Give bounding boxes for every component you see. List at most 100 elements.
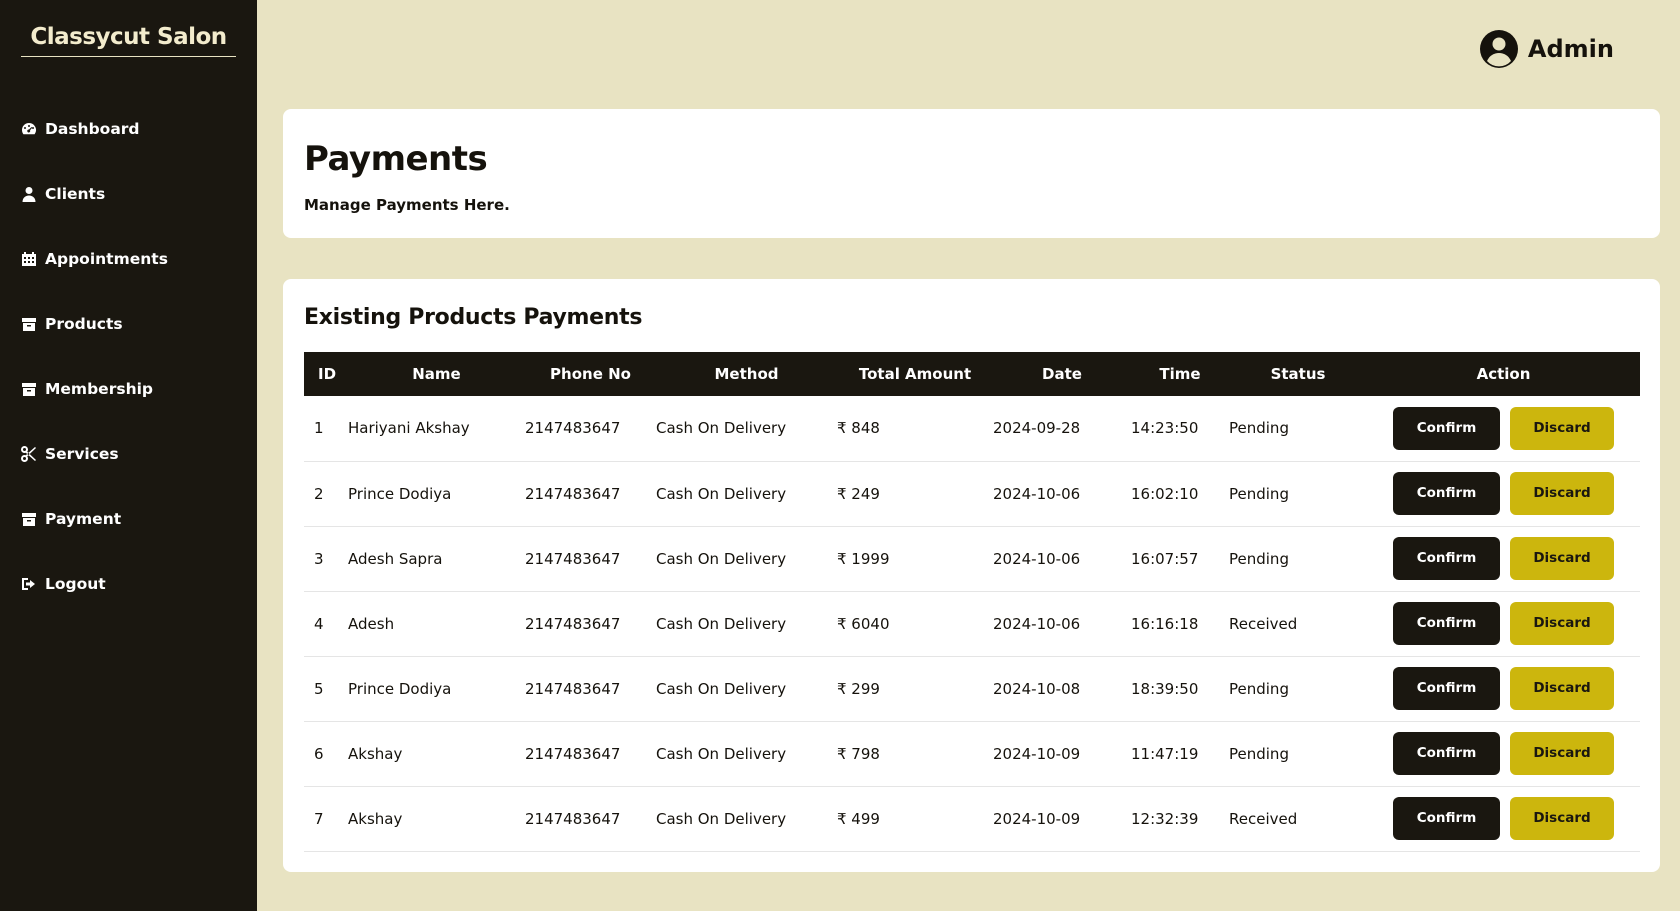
sidebar-item-products[interactable]: Products (0, 291, 257, 356)
col-header-method: Method (714, 365, 779, 383)
cell-phone: 2147483647 (525, 549, 621, 568)
cell-name: Prince Dodiya (348, 679, 452, 698)
box-icon (20, 510, 37, 527)
cell-time: 11:47:19 (1131, 744, 1199, 763)
col-header-status: Status (1270, 365, 1326, 383)
cell-phone: 2147483647 (525, 419, 621, 438)
cell-id: 1 (314, 419, 324, 438)
cell-date: 2024-10-09 (993, 744, 1081, 763)
table-header-row: ID Name Phone No Method Total Amount Dat… (304, 352, 1640, 396)
cell-amount: ₹ 499 (837, 809, 880, 828)
sidebar-item-appointments[interactable]: Appointments (0, 226, 257, 291)
cell-date: 2024-10-06 (993, 484, 1081, 503)
page-title: Payments (304, 139, 488, 179)
table-title: Existing Products Payments (304, 305, 643, 330)
cell-amount: ₹ 798 (837, 744, 880, 763)
cell-amount: ₹ 249 (837, 484, 880, 503)
page-subtitle: Manage Payments Here. (304, 196, 510, 214)
sidebar-item-label: Appointments (45, 249, 168, 268)
col-header-action: Action (1476, 365, 1531, 383)
scissors-icon (20, 445, 37, 462)
cell-action: Confirm Discard (1367, 786, 1640, 851)
sidebar-item-payment[interactable]: Payment (0, 486, 257, 551)
confirm-button[interactable]: Confirm (1393, 406, 1500, 450)
cell-date: 2024-10-06 (993, 614, 1081, 633)
cell-time: 14:23:50 (1131, 419, 1199, 438)
confirm-button[interactable]: Confirm (1393, 472, 1500, 515)
page-header-card: Payments Manage Payments Here. (283, 109, 1660, 238)
cell-phone: 2147483647 (525, 484, 621, 503)
table-row: 3 Adesh Sapra 2147483647 Cash On Deliver… (304, 526, 1640, 591)
sidebar-nav: Dashboard Clients Appointments Products … (0, 96, 257, 616)
sidebar-item-label: Products (45, 314, 123, 333)
user-circle-icon (1479, 30, 1518, 68)
sidebar-item-label: Logout (45, 574, 106, 593)
discard-button[interactable]: Discard (1510, 406, 1614, 450)
cell-status: Pending (1229, 679, 1289, 698)
sidebar-item-membership[interactable]: Membership (0, 356, 257, 421)
cell-id: 7 (314, 809, 324, 828)
cell-id: 2 (314, 484, 324, 503)
cell-method: Cash On Delivery (656, 679, 787, 698)
box-icon (20, 315, 37, 332)
confirm-button[interactable]: Confirm (1393, 537, 1500, 580)
discard-button[interactable]: Discard (1510, 472, 1614, 515)
discard-button[interactable]: Discard (1510, 667, 1614, 710)
cell-action: Confirm Discard (1367, 591, 1640, 656)
sidebar-item-label: Clients (45, 184, 106, 203)
col-header-name: Name (412, 365, 461, 383)
sidebar-item-logout[interactable]: Logout (0, 551, 257, 616)
user-menu[interactable]: Admin (1479, 30, 1614, 68)
confirm-button[interactable]: Confirm (1393, 797, 1500, 840)
cell-phone: 2147483647 (525, 614, 621, 633)
col-header-phone: Phone No (550, 365, 631, 383)
brand-logo[interactable]: Classycut Salon (21, 24, 236, 57)
confirm-button[interactable]: Confirm (1393, 602, 1500, 645)
cell-id: 4 (314, 614, 324, 633)
cell-method: Cash On Delivery (656, 744, 787, 763)
cell-name: Adesh (348, 614, 395, 633)
cell-date: 2024-10-09 (993, 809, 1081, 828)
payments-card: Existing Products Payments ID Name Phone… (283, 279, 1660, 872)
table-row: 5 Prince Dodiya 2147483647 Cash On Deliv… (304, 656, 1640, 721)
logout-icon (20, 575, 37, 592)
cell-status: Pending (1229, 744, 1289, 763)
col-header-id: ID (318, 365, 337, 383)
table-row: 2 Prince Dodiya 2147483647 Cash On Deliv… (304, 461, 1640, 526)
cell-phone: 2147483647 (525, 679, 621, 698)
col-header-time: Time (1159, 365, 1201, 383)
sidebar-item-services[interactable]: Services (0, 421, 257, 486)
cell-action: Confirm Discard (1367, 461, 1640, 526)
sidebar-item-dashboard[interactable]: Dashboard (0, 96, 257, 161)
cell-phone: 2147483647 (525, 744, 621, 763)
cell-id: 5 (314, 679, 324, 698)
cell-status: Pending (1229, 419, 1289, 438)
cell-status: Received (1229, 809, 1298, 828)
discard-button[interactable]: Discard (1510, 732, 1614, 775)
discard-button[interactable]: Discard (1510, 602, 1614, 645)
cell-amount: ₹ 1999 (837, 549, 890, 568)
sidebar: Classycut Salon Dashboard Clients Appoin… (0, 0, 257, 911)
sidebar-item-label: Payment (45, 509, 122, 528)
cell-status: Pending (1229, 484, 1289, 503)
cell-name: Akshay (348, 744, 403, 763)
discard-button[interactable]: Discard (1510, 537, 1614, 580)
cell-date: 2024-10-08 (993, 679, 1081, 698)
cell-method: Cash On Delivery (656, 419, 787, 438)
sidebar-item-label: Dashboard (45, 119, 140, 138)
sidebar-item-clients[interactable]: Clients (0, 161, 257, 226)
confirm-button[interactable]: Confirm (1393, 667, 1500, 710)
cell-id: 3 (314, 549, 324, 568)
cell-action: Confirm Discard (1367, 721, 1640, 786)
discard-button[interactable]: Discard (1510, 797, 1614, 840)
table-row: 7 Akshay 2147483647 Cash On Delivery ₹ 4… (304, 786, 1640, 851)
sidebar-item-label: Services (45, 444, 119, 463)
cell-name: Hariyani Akshay (348, 419, 470, 438)
col-header-date: Date (1042, 365, 1082, 383)
confirm-button[interactable]: Confirm (1393, 732, 1500, 775)
cell-amount: ₹ 848 (837, 419, 880, 438)
cell-status: Received (1229, 614, 1298, 633)
cell-id: 6 (314, 744, 324, 763)
user-icon (20, 185, 37, 202)
cell-method: Cash On Delivery (656, 809, 787, 828)
